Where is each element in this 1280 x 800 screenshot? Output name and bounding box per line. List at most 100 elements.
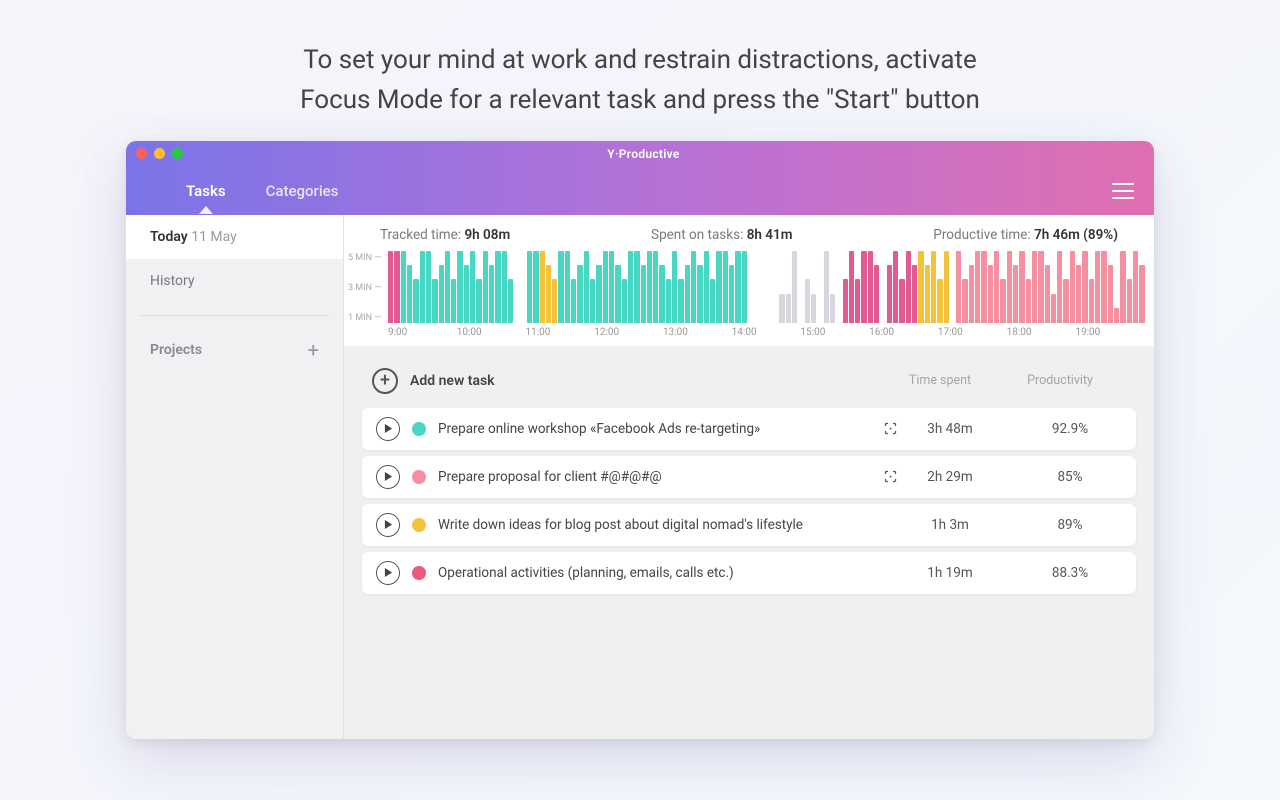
play-button[interactable] bbox=[376, 561, 400, 585]
chart-bar bbox=[685, 265, 690, 323]
main-tabs: Tasks Categories bbox=[186, 170, 338, 212]
chart-bar bbox=[925, 265, 930, 323]
chart-bar bbox=[615, 265, 620, 323]
chart-bar bbox=[1026, 279, 1031, 322]
chart-bar bbox=[628, 251, 633, 323]
chart-bar bbox=[944, 251, 949, 323]
chart-bar bbox=[641, 265, 646, 323]
chart-bar bbox=[426, 251, 431, 323]
chart-bar bbox=[1082, 251, 1087, 323]
play-button[interactable] bbox=[376, 513, 400, 537]
chart-bar bbox=[457, 251, 462, 323]
chart-bar bbox=[1000, 279, 1005, 322]
chart-bar bbox=[779, 294, 784, 323]
main-panel: Tracked time: 9h 08m Spent on tasks: 8h … bbox=[344, 215, 1154, 739]
chart-bar bbox=[634, 251, 639, 323]
task-time-spent: 1h 19m bbox=[910, 565, 990, 581]
sidebar-item-today[interactable]: Today 11 May bbox=[126, 215, 343, 259]
chart-bar bbox=[495, 251, 500, 323]
task-color-dot bbox=[412, 518, 426, 532]
chart-bar bbox=[887, 265, 892, 323]
col-productivity: Productivity bbox=[1020, 373, 1100, 388]
chart-bar bbox=[476, 279, 481, 322]
chart-bar bbox=[1070, 251, 1075, 323]
task-time-spent: 1h 3m bbox=[910, 517, 990, 533]
chart-bar bbox=[540, 251, 545, 323]
chart-bar bbox=[1127, 279, 1132, 322]
chart-bar bbox=[483, 251, 488, 323]
task-metrics: 1h 19m88.3% bbox=[910, 565, 1110, 581]
menu-icon[interactable] bbox=[1112, 183, 1134, 199]
task-color-dot bbox=[412, 566, 426, 580]
chart-bar bbox=[489, 265, 494, 323]
chart-bar bbox=[937, 279, 942, 322]
chart-bar bbox=[413, 279, 418, 322]
chart-bar bbox=[956, 251, 961, 323]
chart-bar bbox=[855, 279, 860, 322]
task-row[interactable]: Prepare online workshop «Facebook Ads re… bbox=[362, 408, 1136, 450]
task-metrics: 2h 29m85% bbox=[910, 469, 1110, 485]
task-row[interactable]: Write down ideas for blog post about dig… bbox=[362, 504, 1136, 546]
main-toolbar: Tasks Categories bbox=[126, 167, 1154, 215]
task-time-spent: 3h 48m bbox=[910, 421, 990, 437]
task-row[interactable]: Prepare proposal for client #@#@#@2h 29m… bbox=[362, 456, 1136, 498]
sidebar-today-date: 11 May bbox=[191, 229, 237, 245]
chart-bar bbox=[565, 251, 570, 323]
chart-y-labels: 5 MIN —3 MIN —1 MIN — bbox=[348, 251, 381, 323]
window-titlebar: Y·Productive bbox=[126, 141, 1154, 167]
stat-tracked: Tracked time: 9h 08m bbox=[380, 227, 510, 243]
sidebar-today-label: Today bbox=[150, 229, 188, 245]
stat-spent: Spent on tasks: 8h 41m bbox=[651, 227, 792, 243]
tab-categories[interactable]: Categories bbox=[266, 170, 339, 212]
chart-bar bbox=[502, 251, 507, 323]
chart-bar bbox=[407, 265, 412, 323]
stat-productive: Productive time: 7h 46m (89%) bbox=[933, 227, 1118, 243]
chart-bar bbox=[723, 251, 728, 323]
chart-bar bbox=[1038, 251, 1043, 323]
task-metrics: 3h 48m92.9% bbox=[910, 421, 1110, 437]
chart-bar bbox=[558, 251, 563, 323]
play-button[interactable] bbox=[376, 417, 400, 441]
focus-mode-icon[interactable] bbox=[882, 469, 898, 485]
add-project-button[interactable]: + bbox=[308, 338, 319, 362]
projects-label: Projects bbox=[150, 342, 202, 358]
chart-bar bbox=[596, 265, 601, 323]
chart-bar bbox=[647, 251, 652, 323]
chart-bar bbox=[432, 279, 437, 322]
add-task-row: + Add new task Time spent Productivity bbox=[362, 360, 1136, 408]
add-task-button[interactable]: + bbox=[372, 368, 398, 394]
task-title: Operational activities (planning, emails… bbox=[438, 565, 898, 581]
chart-bar bbox=[659, 265, 664, 323]
task-row[interactable]: Operational activities (planning, emails… bbox=[362, 552, 1136, 594]
chart-bar bbox=[710, 279, 715, 322]
chart-x-labels: 9:0010:0011:0012:0013:0014:0015:0016:001… bbox=[388, 323, 1144, 340]
sidebar: Today 11 May History Projects + bbox=[126, 215, 344, 739]
play-button[interactable] bbox=[376, 465, 400, 489]
chart-bar bbox=[603, 251, 608, 323]
chart-bar bbox=[1133, 251, 1138, 323]
caption-line-2: Focus Mode for a relevant task and press… bbox=[300, 85, 980, 115]
column-headers: Time spent Productivity bbox=[900, 373, 1100, 388]
app-window: Y·Productive Tasks Categories Today 11 M… bbox=[126, 141, 1154, 739]
chart-bar bbox=[962, 279, 967, 322]
chart-bar bbox=[666, 279, 671, 322]
task-color-dot bbox=[412, 470, 426, 484]
chart-bar bbox=[672, 251, 677, 323]
task-metrics: 1h 3m89% bbox=[910, 517, 1110, 533]
tab-tasks[interactable]: Tasks bbox=[186, 170, 226, 212]
chart-bar bbox=[420, 251, 425, 323]
chart-bar bbox=[994, 251, 999, 323]
sidebar-projects-header: Projects + bbox=[126, 328, 343, 372]
chart-bar bbox=[981, 251, 986, 323]
sidebar-item-history[interactable]: History bbox=[126, 259, 343, 303]
task-productivity: 85% bbox=[1030, 469, 1110, 485]
chart-bar bbox=[1007, 251, 1012, 323]
chart-bar bbox=[824, 251, 829, 323]
caption-line-1: To set your mind at work and restrain di… bbox=[303, 45, 977, 75]
chart-bar bbox=[792, 251, 797, 323]
chart-bar bbox=[401, 251, 406, 323]
chart-bar bbox=[609, 251, 614, 323]
timeline-chart: 5 MIN —3 MIN —1 MIN — 9:0010:0011:0012:0… bbox=[344, 251, 1154, 346]
chart-bar bbox=[830, 294, 835, 323]
focus-mode-icon[interactable] bbox=[882, 421, 898, 437]
